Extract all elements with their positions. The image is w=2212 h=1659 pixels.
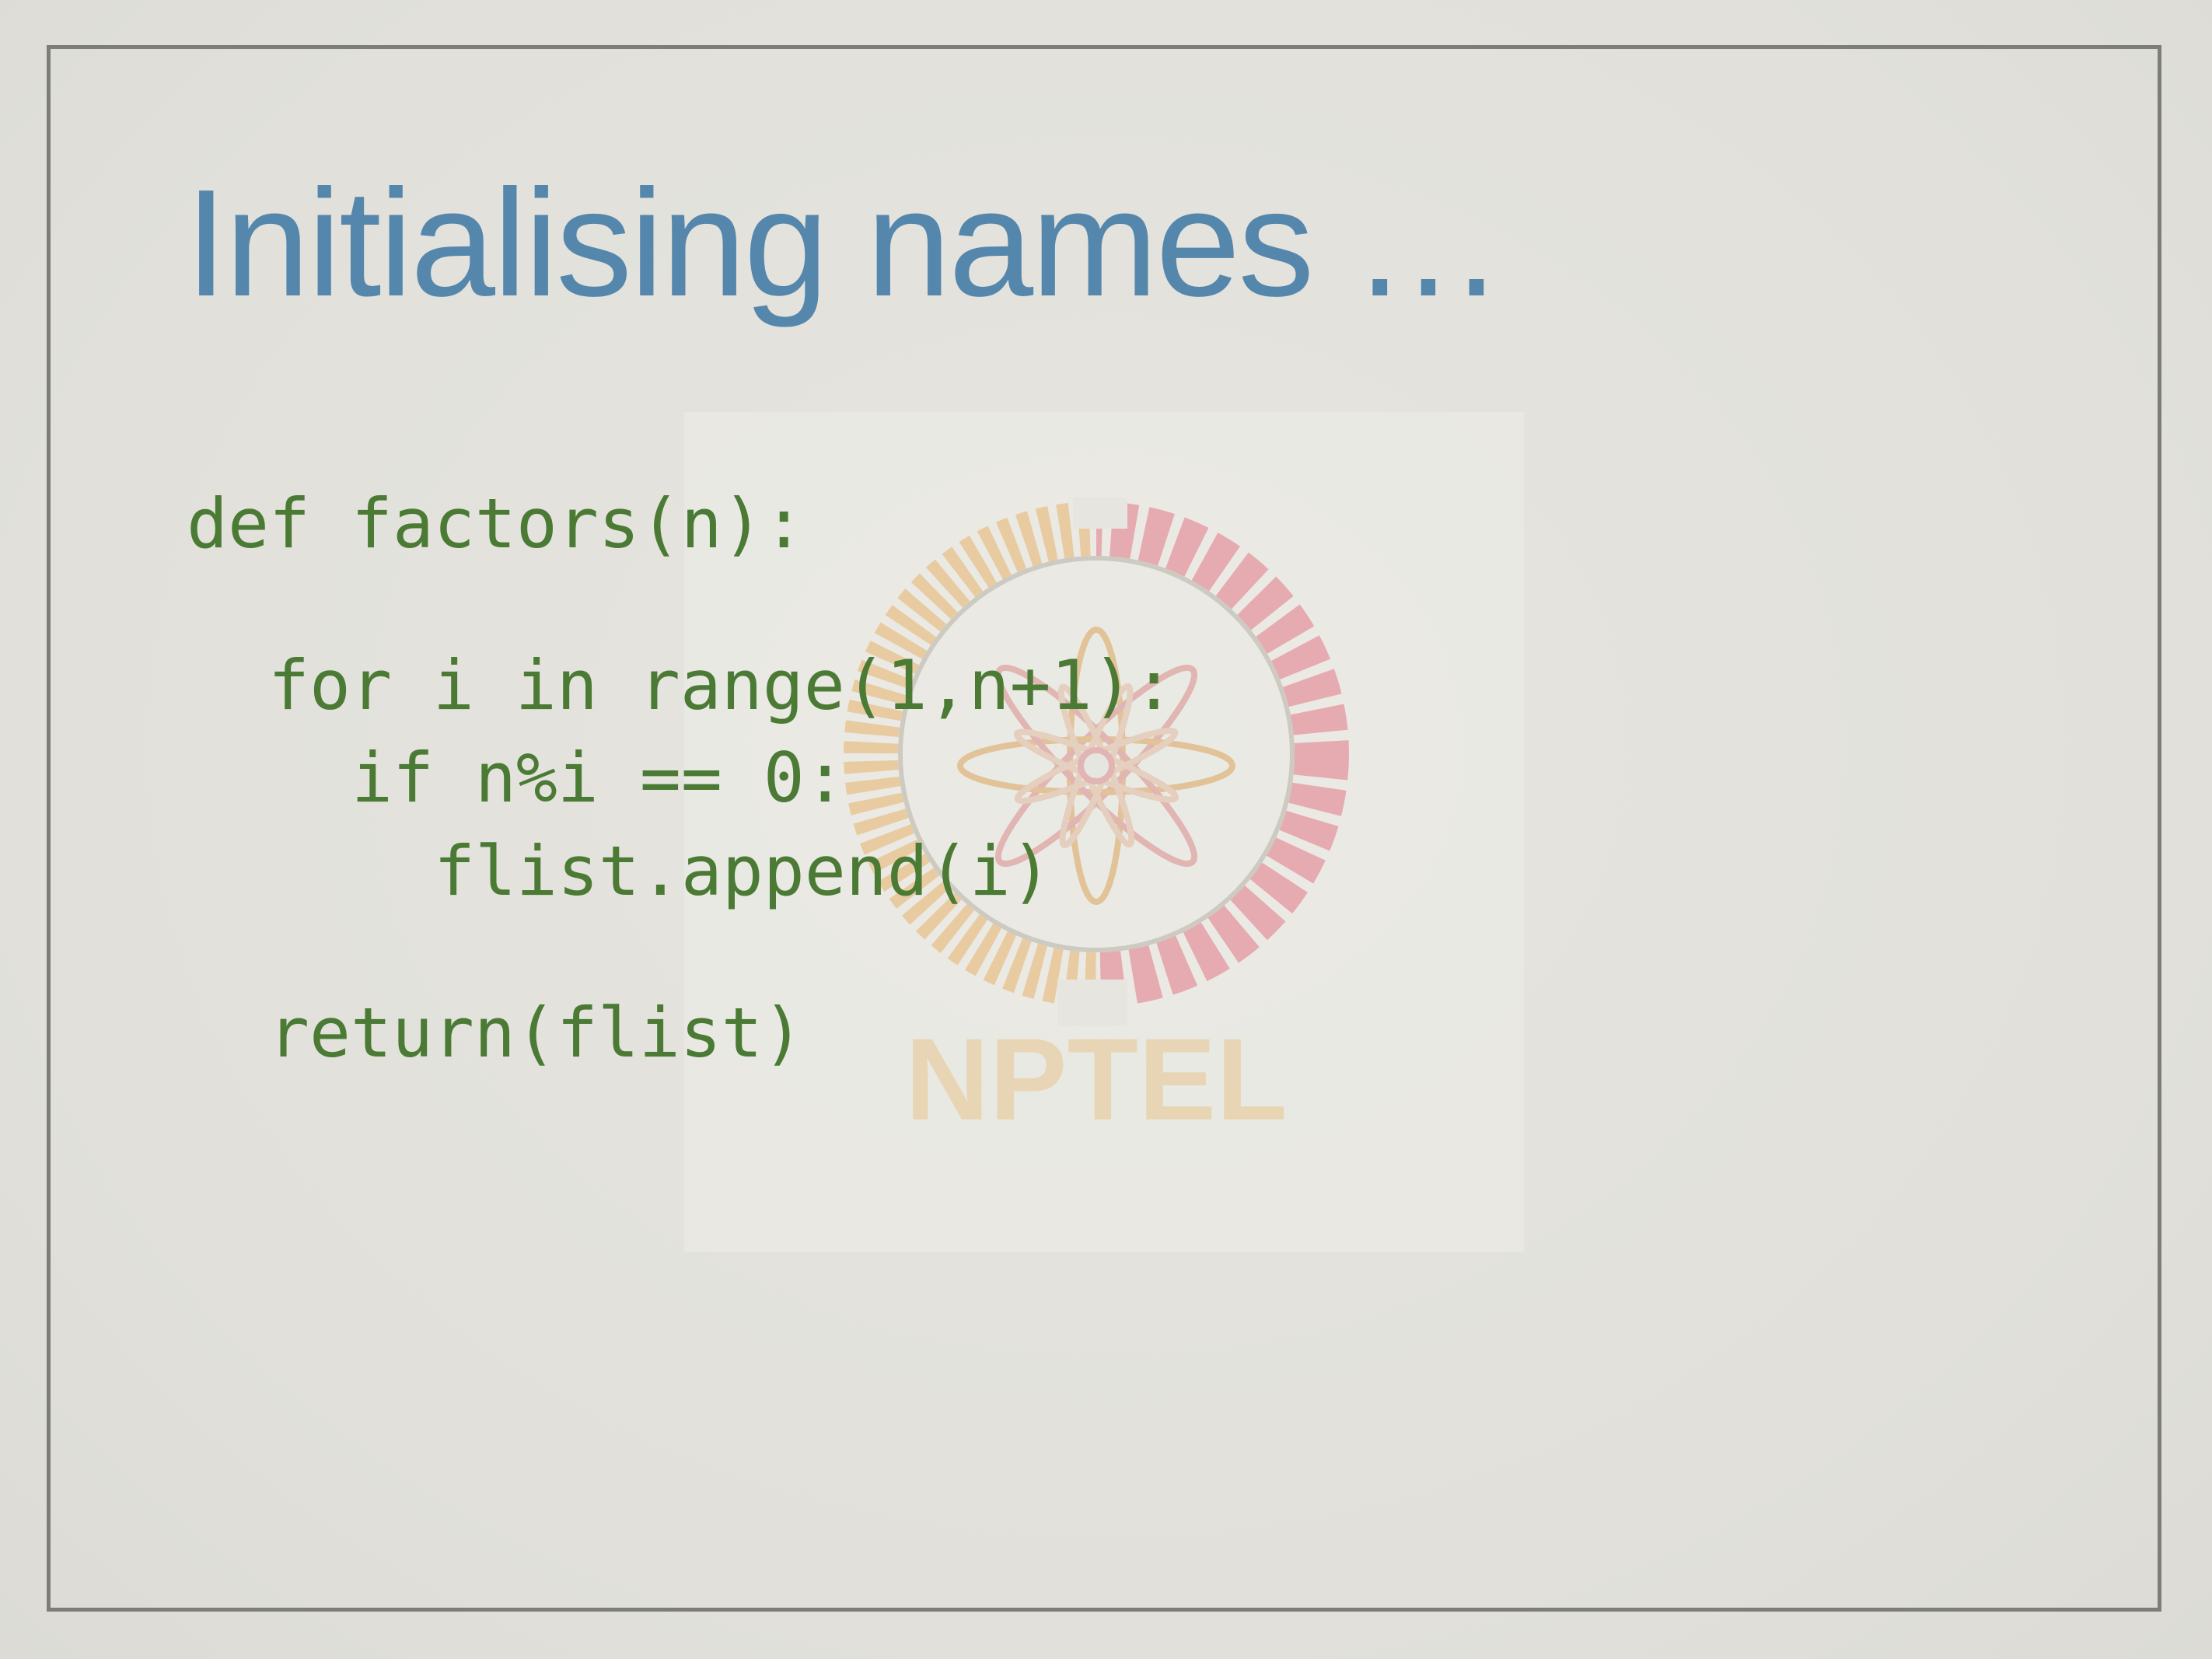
- code-line-if: if n%i == 0:: [351, 738, 846, 818]
- nptel-logo-icon: NPTEL: [844, 498, 1349, 1144]
- slide: NPTEL Initialising names … def factors(n…: [0, 0, 2212, 1659]
- code-line-for: for i in range(1,n+1):: [268, 645, 1175, 725]
- code-line-append: flist.append(i): [434, 831, 1052, 911]
- code-line-return: return(flist): [268, 993, 804, 1073]
- code-line-def: def factors(n):: [187, 484, 805, 564]
- slide-title: Initialising names …: [185, 158, 1504, 328]
- watermark-text: NPTEL: [905, 1014, 1288, 1144]
